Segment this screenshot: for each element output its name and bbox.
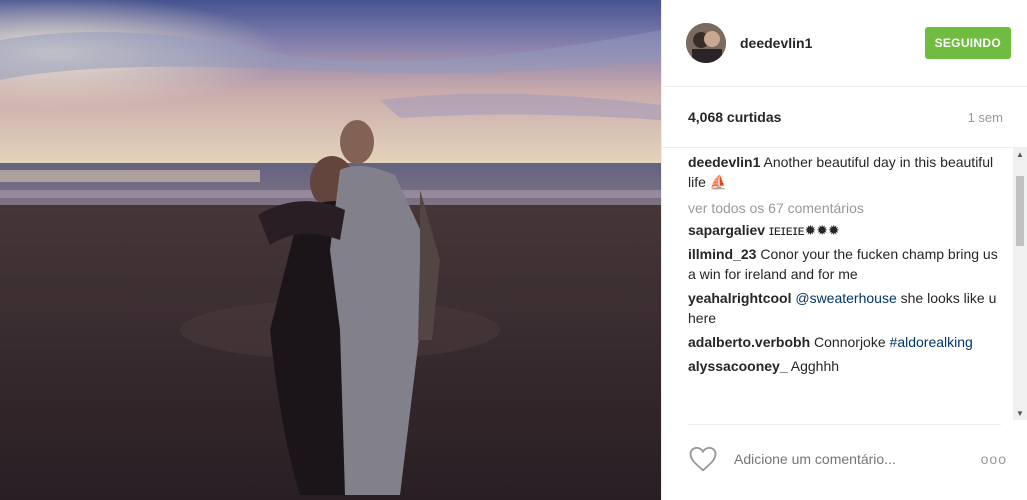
- post-time[interactable]: 1 sem: [968, 110, 1003, 125]
- scrollbar-thumb[interactable]: [1016, 176, 1024, 246]
- caption-username[interactable]: deedevlin1: [688, 154, 760, 170]
- scroll-down-icon[interactable]: ▼: [1016, 409, 1024, 418]
- scroll-up-icon[interactable]: ▲: [1016, 150, 1024, 159]
- comment-text: Agghhh: [787, 358, 840, 374]
- caption: deedevlin1 Another beautiful day in this…: [688, 152, 1001, 192]
- comment-text: Connorjoke: [810, 334, 890, 350]
- post-header: deedevlin1 SEGUINDO: [662, 0, 1027, 87]
- comment-mention[interactable]: @sweaterhouse: [791, 290, 896, 306]
- post-photo[interactable]: [0, 0, 661, 500]
- comments-scrollbar[interactable]: ▲ ▼: [1013, 148, 1027, 420]
- instagram-post: deedevlin1 SEGUINDO 4,068 curtidas 1 sem…: [0, 0, 1027, 500]
- post-sidebar: deedevlin1 SEGUINDO 4,068 curtidas 1 sem…: [661, 0, 1027, 500]
- comment-username[interactable]: sapargaliev: [688, 222, 765, 238]
- comment-username[interactable]: adalberto.verbobh: [688, 334, 810, 350]
- comment-item: illmind_23 Conor your the fucken champ b…: [688, 244, 1001, 284]
- comment-item: adalberto.verbobh Connorjoke #aldorealki…: [688, 332, 1001, 352]
- comment-hashtag[interactable]: #aldorealking: [890, 334, 973, 350]
- heart-icon[interactable]: [688, 444, 718, 474]
- comment-item: sapargaliev ɪᴇɪᴇɪᴇ✹✹✹: [688, 220, 1001, 240]
- add-comment-row: ooo: [688, 441, 1007, 477]
- add-comment-input[interactable]: [732, 450, 981, 468]
- boat-emoji: ⛵: [709, 174, 728, 190]
- comments-list[interactable]: deedevlin1 Another beautiful day in this…: [662, 148, 1013, 420]
- follow-button[interactable]: SEGUINDO: [924, 27, 1011, 59]
- avatar[interactable]: [686, 23, 726, 63]
- comment-item: yeahalrightcool @sweaterhouse she looks …: [688, 288, 1001, 328]
- comment-username[interactable]: yeahalrightcool: [688, 290, 791, 306]
- comment-item: alyssacooney_ Agghhh: [688, 356, 1001, 376]
- beach-sunset-photo: [0, 0, 661, 500]
- comment-username[interactable]: illmind_23: [688, 246, 756, 262]
- view-all-comments[interactable]: ver todos os 67 comentários: [688, 200, 1001, 216]
- header-username[interactable]: deedevlin1: [740, 35, 925, 51]
- post-meta: 4,068 curtidas 1 sem: [662, 87, 1027, 148]
- divider: [688, 424, 1001, 425]
- more-options-icon[interactable]: ooo: [981, 451, 1007, 467]
- likes-count[interactable]: 4,068 curtidas: [688, 109, 781, 125]
- comment-username[interactable]: alyssacooney_: [688, 358, 788, 374]
- comment-text: ɪᴇɪᴇɪᴇ✹✹✹: [765, 222, 840, 238]
